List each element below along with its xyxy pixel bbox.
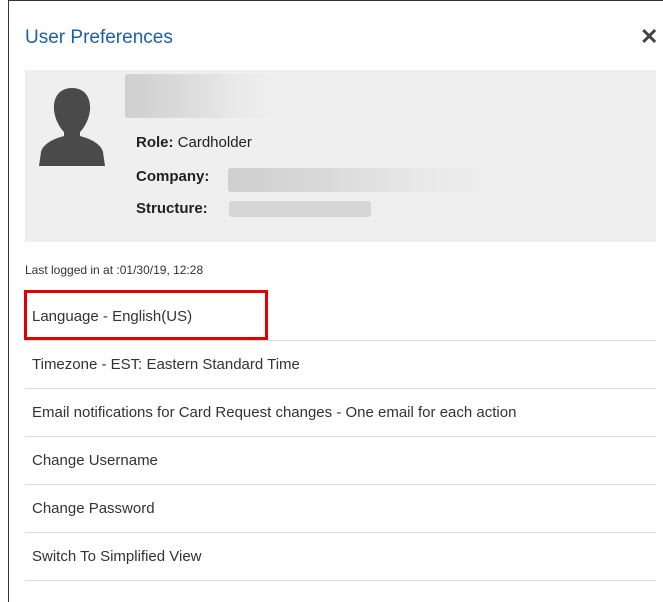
company-label: Company: [136,168,210,185]
role-row: Role: Cardholder [136,134,252,151]
email-notifications-setting[interactable]: Email notifications for Card Request cha… [25,389,656,437]
company-row: Company: [136,168,209,185]
structure-row: Structure: [136,200,208,217]
role-value: Cardholder [177,134,252,151]
dialog-title: User Preferences [25,27,173,48]
person-silhouette-icon [39,88,105,166]
role-label: Role: [136,134,174,151]
user-preferences-dialog: User Preferences ✕ Role: Cardholder Comp… [8,0,663,602]
preferences-menu: Language - English(US) Timezone - EST: E… [25,293,656,581]
profile-panel: Role: Cardholder Company: Structure: [25,70,656,242]
structure-value-redacted [229,201,371,217]
user-name-redacted [125,74,275,118]
timezone-setting[interactable]: Timezone - EST: Eastern Standard Time [25,341,656,389]
change-password-link[interactable]: Change Password [25,485,656,533]
change-username-link[interactable]: Change Username [25,437,656,485]
last-login-text: Last logged in at :01/30/19, 12:28 [25,263,204,277]
language-setting[interactable]: Language - English(US) [25,293,656,341]
company-value-redacted [228,168,500,192]
switch-simplified-view-link[interactable]: Switch To Simplified View [25,533,656,581]
close-icon[interactable]: ✕ [640,26,658,48]
structure-label: Structure: [136,200,208,217]
